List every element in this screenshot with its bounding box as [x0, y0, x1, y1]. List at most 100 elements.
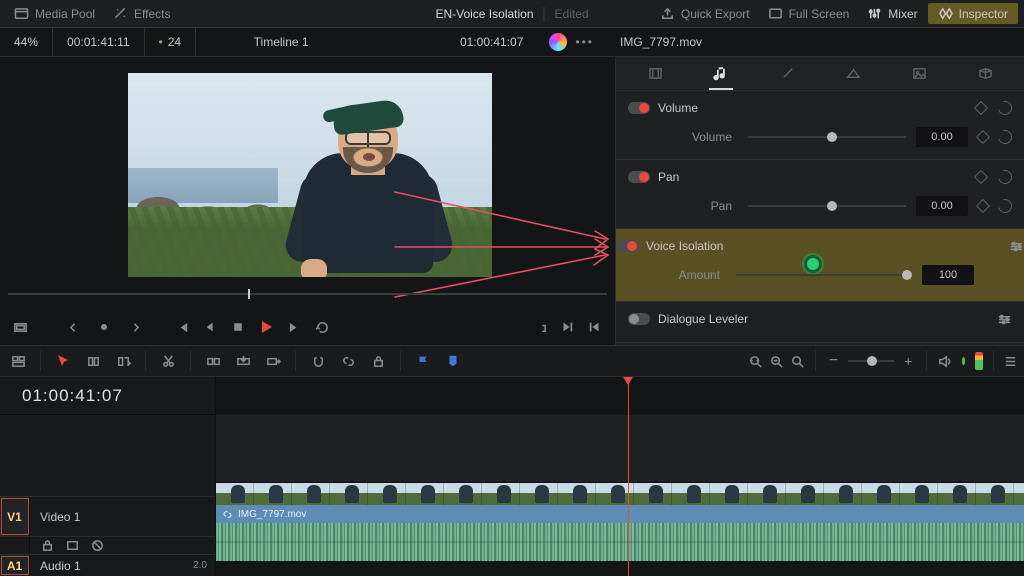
inspector-tab-image[interactable]	[897, 57, 941, 90]
viewer-scrubber[interactable]	[8, 287, 607, 301]
overwrite-clip-button[interactable]	[231, 349, 255, 373]
next-marker-button[interactable]	[120, 315, 144, 339]
dynamic-trim-tool[interactable]	[111, 349, 135, 373]
position-timecode[interactable]: 01:00:41:07	[460, 35, 523, 49]
detail-zoom-button[interactable]	[769, 349, 784, 373]
viewer-options-button[interactable]: •••	[575, 35, 594, 49]
video-track-lane[interactable]: IMG_7797.mov	[216, 483, 1024, 523]
volume-section-reset[interactable]	[995, 98, 1014, 117]
video-clip-title-bar[interactable]: IMG_7797.mov	[216, 505, 1024, 523]
trim-tool[interactable]	[81, 349, 105, 373]
track-lock-icon[interactable]	[40, 538, 55, 553]
timeline-playhead[interactable]	[628, 377, 629, 576]
insert-clip-button[interactable]	[201, 349, 225, 373]
inspector-tab-effects[interactable]	[765, 57, 809, 90]
voice-isolation-slider[interactable]	[736, 267, 912, 283]
voice-isolation-toggle[interactable]	[616, 240, 638, 252]
audio-track-tag[interactable]: A1	[0, 555, 30, 576]
blade-tool[interactable]	[156, 349, 180, 373]
volume-slider[interactable]	[748, 129, 906, 145]
zoom-in-button[interactable]: +	[900, 353, 916, 369]
timeline-view-options[interactable]	[6, 349, 30, 373]
zoom-level[interactable]: 44%	[0, 28, 53, 56]
record-button[interactable]	[92, 315, 116, 339]
volume-value[interactable]: 0.00	[916, 127, 968, 147]
video-clip-name: IMG_7797.mov	[238, 509, 306, 520]
audio-track-header[interactable]: A1 Audio 1 2.0	[0, 554, 215, 576]
custom-zoom-button[interactable]	[790, 349, 805, 373]
full-screen-button[interactable]: Full Screen	[760, 3, 858, 24]
timeline-empty-area[interactable]	[216, 415, 1024, 483]
zoom-slider[interactable]	[848, 360, 894, 362]
selection-tool[interactable]	[51, 349, 75, 373]
track-disable-icon[interactable]	[90, 538, 105, 553]
preview-canvas[interactable]	[128, 73, 492, 277]
auto-select-icon[interactable]	[65, 538, 80, 553]
audio-channels: 2.0	[193, 560, 207, 571]
next-clip-button[interactable]	[555, 315, 579, 339]
voice-isolation-settings-icon[interactable]	[1009, 239, 1024, 254]
mute-button[interactable]	[937, 349, 952, 373]
zoom-to-fit-button[interactable]	[748, 349, 763, 373]
linked-selection-toggle[interactable]	[336, 349, 360, 373]
play-button[interactable]	[254, 315, 278, 339]
timeline-position-display[interactable]: 01:00:41:07	[0, 377, 215, 415]
replace-clip-button[interactable]	[261, 349, 285, 373]
inspector-body: Volume Volume 0.00 Pa	[616, 91, 1024, 345]
video-track-tag[interactable]: V1	[0, 497, 30, 536]
export-icon	[660, 6, 675, 21]
marker-button[interactable]	[441, 349, 465, 373]
inspector-button[interactable]: Inspector	[928, 3, 1018, 24]
volume-toggle[interactable]	[628, 102, 650, 114]
pan-value[interactable]: 0.00	[916, 196, 968, 216]
inspector-tab-video[interactable]	[633, 57, 677, 90]
pan-section: Pan Pan 0.00	[616, 160, 1024, 229]
volume-reset[interactable]	[995, 127, 1014, 146]
inspector-tab-audio[interactable]	[699, 57, 743, 90]
pan-section-reset[interactable]	[995, 167, 1014, 186]
inspector-tabstrip	[616, 57, 1024, 91]
mixer-button[interactable]: Mixer	[859, 3, 925, 24]
last-frame-button[interactable]	[282, 315, 306, 339]
pan-slider[interactable]	[748, 198, 906, 214]
audio-meter-icon[interactable]	[975, 352, 983, 370]
flag-button[interactable]	[411, 349, 435, 373]
zoom-out-button[interactable]: −	[825, 352, 842, 370]
frames-indicator[interactable]: •24	[145, 28, 197, 56]
play-reverse-button[interactable]	[198, 315, 222, 339]
audio-track-lane[interactable]	[216, 523, 1024, 561]
loop-button[interactable]	[310, 315, 334, 339]
inspector-tab-transition[interactable]	[831, 57, 875, 90]
color-science-icon[interactable]	[549, 33, 567, 51]
project-title-area: EN-Voice Isolation Edited	[435, 7, 588, 21]
safe-area-icon[interactable]	[8, 315, 32, 339]
effects-button[interactable]: Effects	[105, 3, 178, 24]
volume-keyframe[interactable]	[976, 130, 990, 144]
prev-marker-button[interactable]	[64, 315, 88, 339]
first-frame-button[interactable]	[170, 315, 194, 339]
timeline-menu-button[interactable]	[1003, 349, 1018, 373]
snapping-toggle[interactable]	[306, 349, 330, 373]
viewer-transport	[0, 309, 615, 345]
dialogue-leveler-settings-icon[interactable]	[997, 312, 1012, 327]
pan-section-keyframe[interactable]	[974, 170, 988, 184]
voice-isolation-value[interactable]: 100	[922, 265, 974, 285]
prev-clip-button[interactable]	[583, 315, 607, 339]
pan-toggle[interactable]	[628, 171, 650, 183]
position-lock-toggle[interactable]	[366, 349, 390, 373]
source-timecode[interactable]: 00:01:41:11	[53, 28, 145, 56]
timeline-name[interactable]: Timeline 1	[196, 28, 366, 56]
pan-keyframe[interactable]	[976, 199, 990, 213]
inspector-tab-file[interactable]	[963, 57, 1007, 90]
stop-button[interactable]	[226, 315, 250, 339]
video-clip-thumbnails[interactable]	[216, 483, 1024, 505]
media-pool-button[interactable]: Media Pool	[6, 3, 103, 24]
volume-section-keyframe[interactable]	[974, 101, 988, 115]
video-track-header[interactable]: V1 Video 1	[0, 496, 215, 536]
match-frame-button[interactable]	[527, 315, 551, 339]
pan-reset[interactable]	[995, 196, 1014, 215]
quick-export-button[interactable]: Quick Export	[652, 3, 758, 24]
dialogue-leveler-toggle[interactable]	[628, 313, 650, 325]
dim-button[interactable]	[962, 357, 965, 365]
timeline-tracks-area[interactable]: 01:00:36:00 01:00:40:00 01:00:44:00 01:0…	[216, 377, 1024, 576]
